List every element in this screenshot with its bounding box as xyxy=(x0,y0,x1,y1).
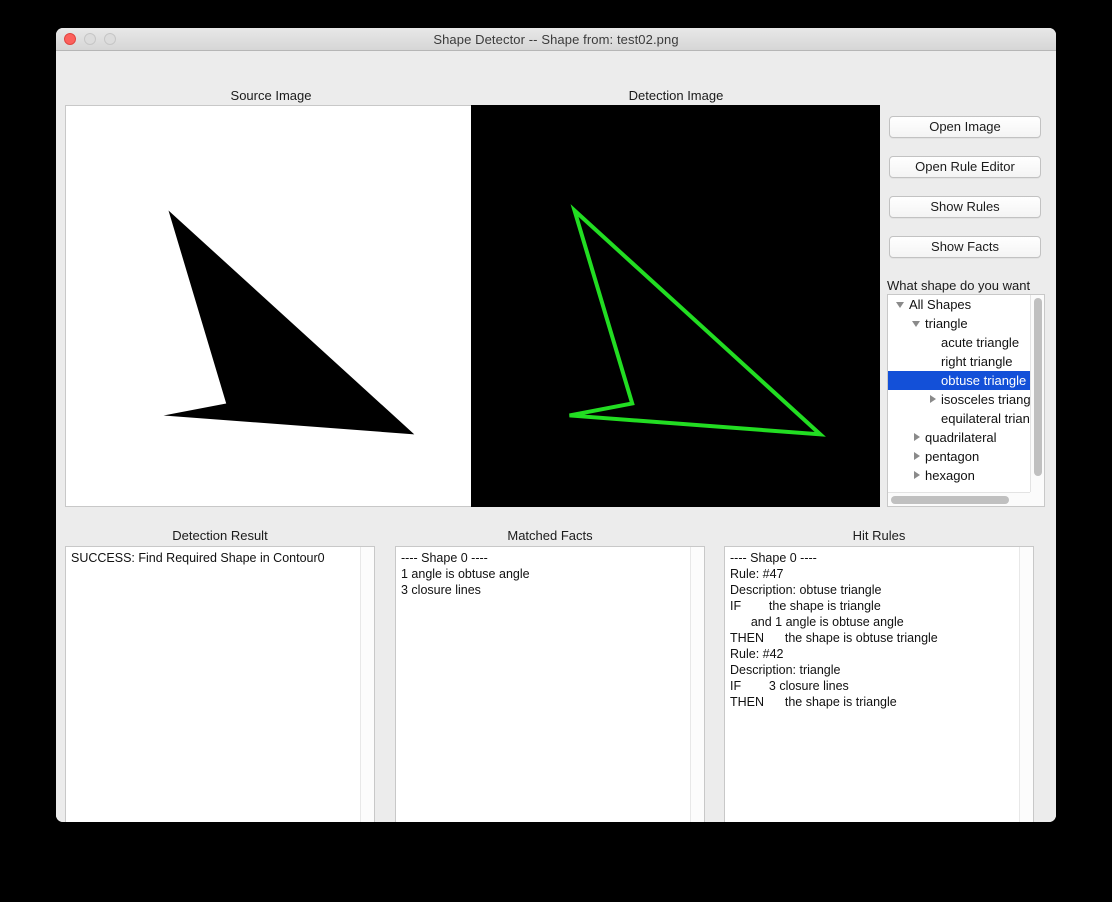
open-rule-editor-button[interactable]: Open Rule Editor xyxy=(889,156,1041,178)
tree-spacer-icon xyxy=(928,357,937,366)
source-shape-svg xyxy=(163,210,415,435)
tree-spacer-icon xyxy=(928,338,937,347)
shape-tree-horizontal-scrollbar[interactable] xyxy=(888,492,1031,506)
matched-facts-label: Matched Facts xyxy=(507,528,593,543)
tree-item-hexagon[interactable]: hexagon xyxy=(888,466,1031,485)
hit-rules-label: Hit Rules xyxy=(852,528,906,543)
tree-item-isosceles-triangle[interactable]: isosceles triangle xyxy=(888,390,1031,409)
tree-item-label: quadrilateral xyxy=(925,430,997,445)
chevron-down-icon[interactable] xyxy=(896,300,905,309)
chevron-right-icon[interactable] xyxy=(912,433,921,442)
shape-tree-rows[interactable]: All Shapes triangle acute triangle right tr… xyxy=(888,295,1031,493)
shape-tree[interactable]: All Shapes triangle acute triangle right tr… xyxy=(887,294,1045,507)
source-image-canvas[interactable] xyxy=(65,105,474,507)
hit-rules-text: ---- Shape 0 ---- Rule: #47 Description:… xyxy=(730,551,938,709)
detection-result-scrollbar[interactable] xyxy=(360,547,374,822)
chevron-right-icon[interactable] xyxy=(912,471,921,480)
shape-tree-horizontal-scroll-thumb[interactable] xyxy=(891,496,1009,504)
tree-item-label: equilateral triangle xyxy=(941,411,1031,426)
hit-rules-scrollbar[interactable] xyxy=(1019,547,1033,822)
chevron-right-icon[interactable] xyxy=(928,395,937,404)
matched-facts-scrollbar[interactable] xyxy=(690,547,704,822)
tree-item-right-triangle[interactable]: right triangle xyxy=(888,352,1031,371)
minimize-button[interactable] xyxy=(84,33,96,45)
detection-image-label: Detection Image xyxy=(628,88,724,103)
matched-facts-box[interactable]: ---- Shape 0 ---- 1 angle is obtuse angl… xyxy=(395,546,705,822)
tree-item-label: obtuse triangle xyxy=(941,373,1027,388)
tree-item-All-Shapes[interactable]: All Shapes xyxy=(888,295,1031,314)
chevron-right-icon[interactable] xyxy=(912,452,921,461)
show-facts-button[interactable]: Show Facts xyxy=(889,236,1041,258)
matched-facts-text: ---- Shape 0 ---- 1 angle is obtuse angl… xyxy=(401,551,530,597)
window-content: Source Image Detection Image Open Image … xyxy=(56,51,1056,822)
shape-tree-vertical-scroll-thumb[interactable] xyxy=(1034,298,1042,476)
tree-item-triangle[interactable]: triangle xyxy=(888,314,1031,333)
shape-selector-label: What shape do you want xyxy=(887,278,1031,293)
tree-item-quadrilateral[interactable]: quadrilateral xyxy=(888,428,1031,447)
detection-result-label: Detection Result xyxy=(172,528,268,543)
tree-item-label: pentagon xyxy=(925,449,980,464)
title-bar: Shape Detector -- Shape from: test02.png xyxy=(56,28,1056,51)
shape-tree-scroll-corner xyxy=(1030,492,1044,506)
tree-item-label: triangle xyxy=(925,316,968,331)
tree-spacer-icon xyxy=(928,376,937,385)
detection-shape-svg xyxy=(569,204,826,437)
window-controls xyxy=(64,33,116,45)
tree-item-label: hexagon xyxy=(925,468,975,483)
tree-item-label: right triangle xyxy=(941,354,1013,369)
tree-item-obtuse-triangle[interactable]: obtuse triangle xyxy=(888,371,1031,390)
tree-item-label: All Shapes xyxy=(909,297,972,312)
detection-result-box[interactable]: SUCCESS: Find Required Shape in Contour0 xyxy=(65,546,375,822)
tree-spacer-icon xyxy=(928,414,937,423)
tree-item-pentagon[interactable]: pentagon xyxy=(888,447,1031,466)
tree-item-label: isosceles triangle xyxy=(941,392,1031,407)
open-image-button[interactable]: Open Image xyxy=(889,116,1041,138)
tree-item-acute-triangle[interactable]: acute triangle xyxy=(888,333,1031,352)
app-window: Shape Detector -- Shape from: test02.png… xyxy=(56,28,1056,822)
close-button[interactable] xyxy=(64,33,76,45)
detection-image-canvas[interactable] xyxy=(471,105,880,507)
maximize-button[interactable] xyxy=(104,33,116,45)
window-title: Shape Detector -- Shape from: test02.png xyxy=(433,31,679,47)
detection-result-text: SUCCESS: Find Required Shape in Contour0 xyxy=(71,551,325,565)
tree-item-label: acute triangle xyxy=(941,335,1020,350)
chevron-down-icon[interactable] xyxy=(912,319,921,328)
shape-tree-vertical-scrollbar[interactable] xyxy=(1030,295,1044,493)
show-rules-button[interactable]: Show Rules xyxy=(889,196,1041,218)
tree-item-equilateral-triangle[interactable]: equilateral triangle xyxy=(888,409,1031,428)
hit-rules-box[interactable]: ---- Shape 0 ---- Rule: #47 Description:… xyxy=(724,546,1034,822)
source-image-label: Source Image xyxy=(230,88,312,103)
